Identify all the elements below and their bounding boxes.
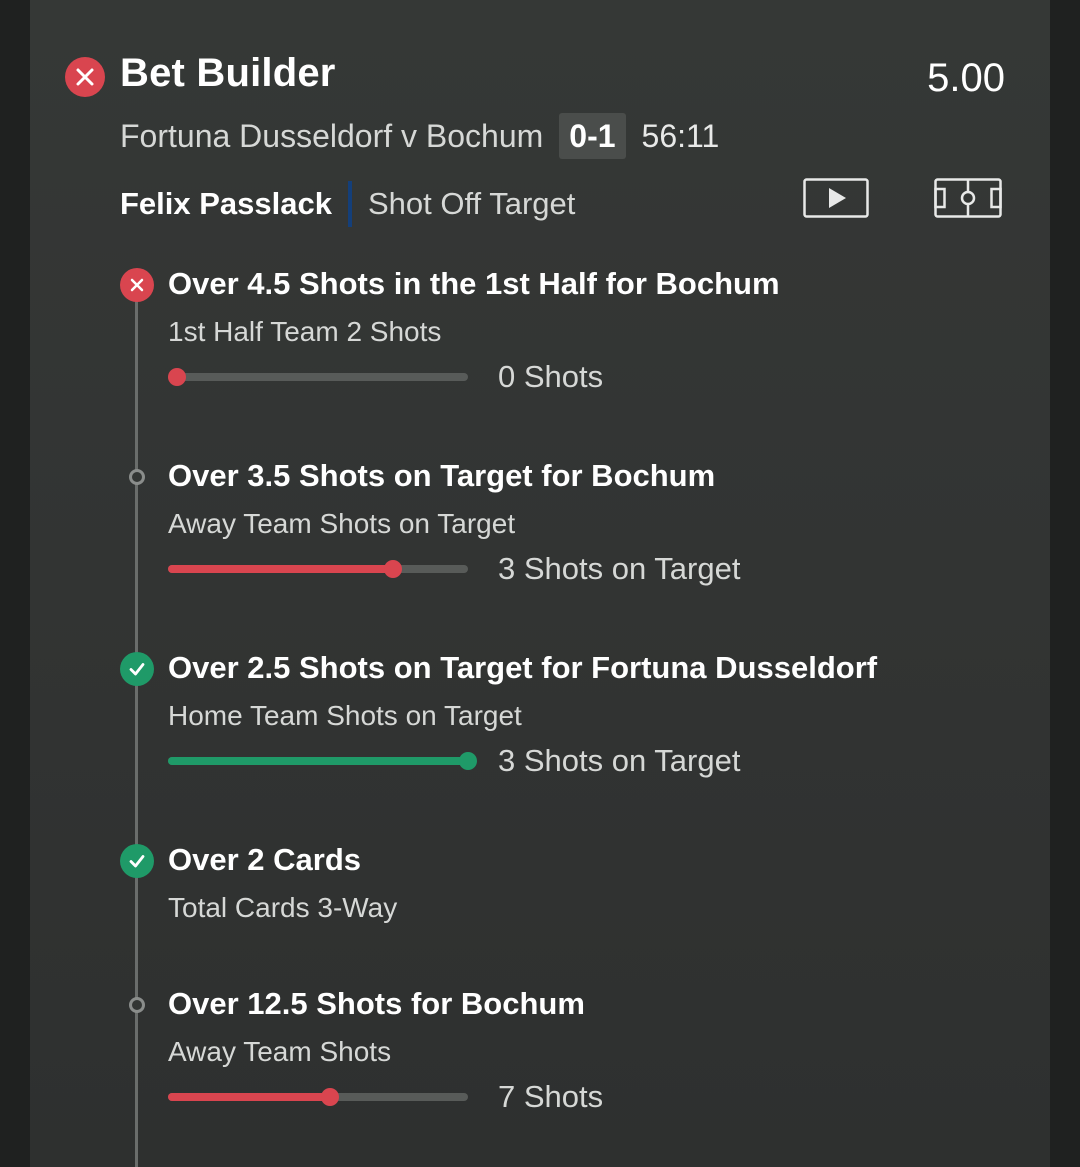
progress-track (168, 373, 468, 381)
match-info: Fortuna Dusseldorf v Bochum 0-1 56:11 (120, 113, 719, 159)
leg-market: 1st Half Team 2 Shots (168, 316, 442, 347)
leg-market: Total Cards 3-Way (168, 892, 398, 923)
close-x-icon (76, 68, 94, 86)
checkmark-icon (129, 855, 145, 868)
leg-title: Over 12.5 Shots for Bochum (168, 986, 585, 1021)
progress-fill (168, 757, 468, 765)
leg-progress-bar (168, 750, 477, 772)
progress-dot (321, 1088, 339, 1106)
leg-open-marker (120, 988, 154, 1022)
play-video-icon[interactable] (803, 178, 869, 218)
leg-progress-bar (168, 558, 468, 580)
leg-lost-marker (120, 268, 154, 302)
leg-title: Over 3.5 Shots on Target for Bochum (168, 458, 716, 493)
progress-dot (168, 368, 186, 386)
progress-fill (168, 565, 393, 573)
bet-odds: 5.00 (927, 56, 1005, 100)
progress-dot (384, 560, 402, 578)
leg-open-marker (120, 460, 154, 494)
leg-won-marker (120, 652, 154, 686)
event-player: Felix Passlack (120, 186, 332, 221)
pitch-view-icon[interactable] (934, 178, 1002, 218)
match-time: 56:11 (641, 117, 720, 154)
timeline-line (135, 295, 138, 1167)
latest-event: Felix Passlack Shot Off Target (120, 180, 575, 228)
bet-builder-card: Bet Builder 5.00 Fortuna Dusseldorf v Bo… (30, 0, 1050, 1167)
leg-title: Over 2 Cards (168, 842, 361, 877)
leg-market: Away Team Shots on Target (168, 508, 516, 539)
lost-status-icon (65, 57, 105, 97)
event-type: Shot Off Target (368, 186, 576, 221)
progress-fill (168, 1093, 330, 1101)
bet-title: Bet Builder (120, 51, 336, 95)
checkmark-icon (129, 663, 145, 676)
leg-progress-text: 3 Shots on Target (498, 551, 741, 586)
close-x-icon (130, 278, 144, 292)
match-teams: Fortuna Dusseldorf v Bochum (120, 117, 544, 154)
leg-market: Away Team Shots (168, 1036, 392, 1067)
leg-progress-text: 7 Shots (498, 1079, 604, 1114)
leg-progress-bar (168, 1086, 468, 1108)
event-divider (348, 181, 352, 227)
match-score: 0-1 (559, 113, 626, 159)
leg-won-marker (120, 844, 154, 878)
leg-title: Over 2.5 Shots on Target for Fortuna Dus… (168, 650, 878, 685)
leg-progress-text: 0 Shots (498, 359, 604, 394)
progress-dot (459, 752, 477, 770)
leg-market: Home Team Shots on Target (168, 700, 522, 731)
leg-title: Over 4.5 Shots in the 1st Half for Bochu… (168, 266, 780, 301)
leg-progress-text: 3 Shots on Target (498, 743, 741, 778)
leg-progress-bar (168, 366, 468, 388)
